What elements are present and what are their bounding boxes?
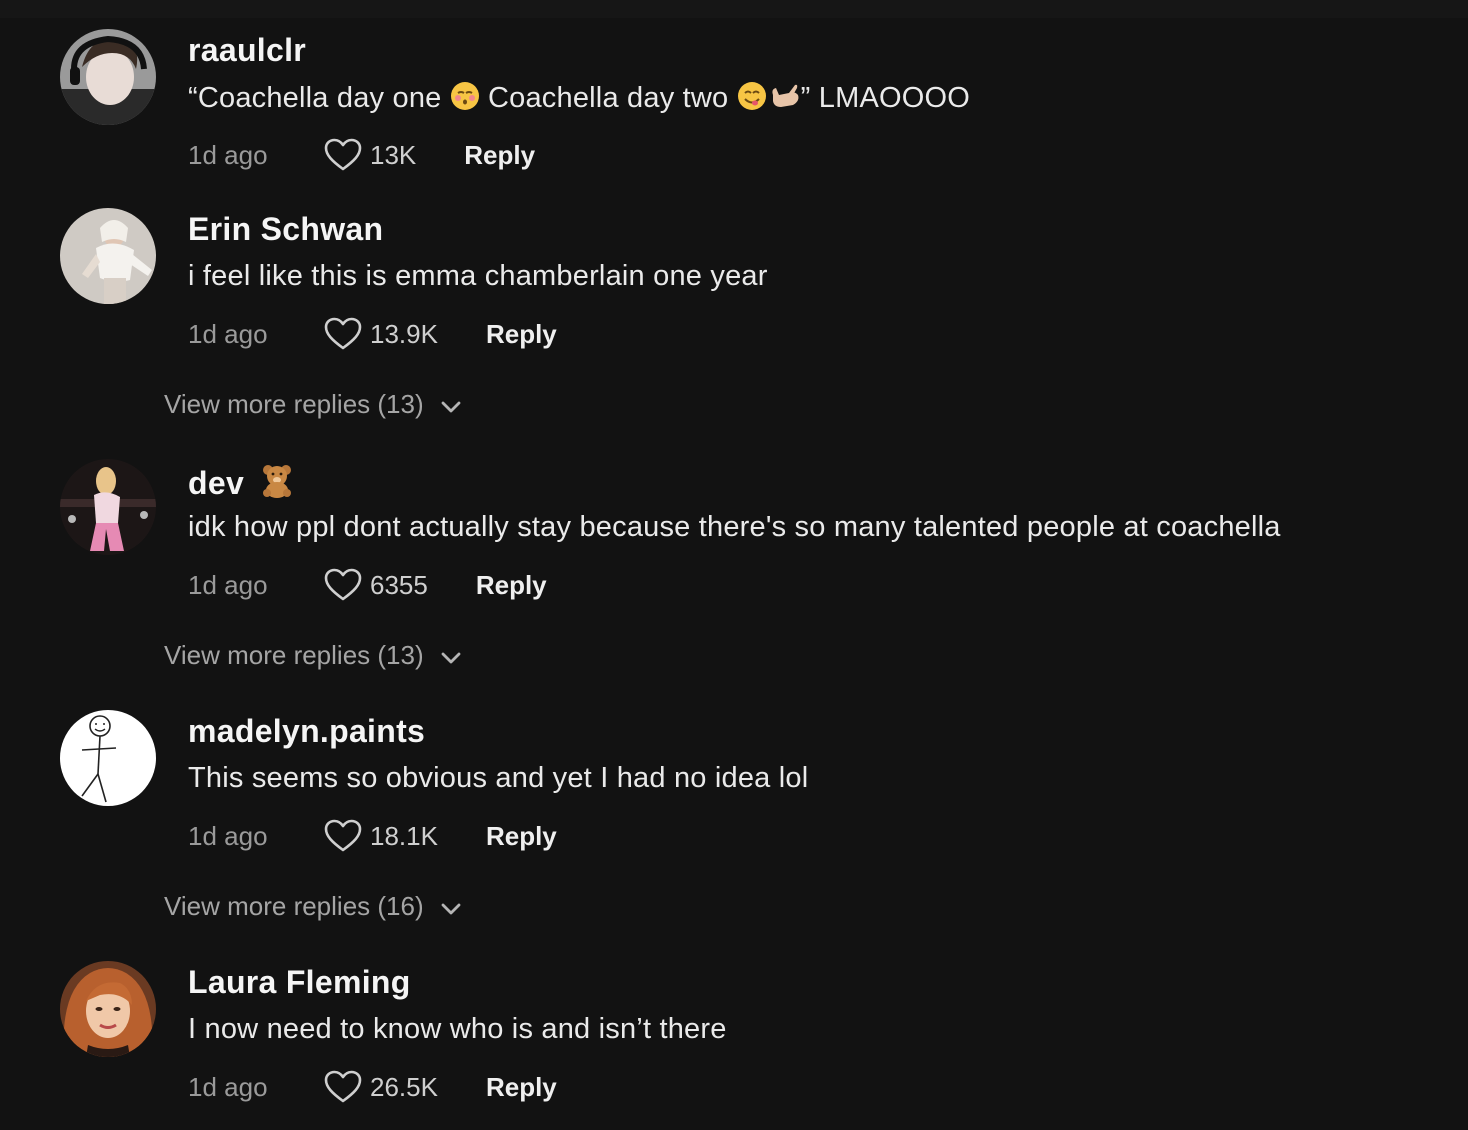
avatar[interactable] <box>60 29 156 125</box>
reply-button[interactable]: Reply <box>486 1072 557 1103</box>
like-button[interactable]: 18.1K <box>324 819 438 853</box>
comment-time: 1d ago <box>188 569 268 600</box>
heart-icon <box>324 568 362 601</box>
comment-item: dev idk how ppl dont actually stay becau… <box>0 459 1468 609</box>
kissing-face-icon <box>450 81 480 119</box>
call-me-hand-icon <box>767 81 801 119</box>
avatar[interactable] <box>60 961 156 1057</box>
comment-text-part: Coachella day two <box>479 82 737 114</box>
like-count: 6355 <box>370 569 428 600</box>
view-more-replies-button[interactable]: View more replies (13) <box>164 640 462 671</box>
like-button[interactable]: 26.5K <box>324 1070 438 1104</box>
comment-text: idk how ppl dont actually stay because t… <box>188 511 1281 543</box>
comment-time: 1d ago <box>188 1071 268 1102</box>
comment-username[interactable]: madelyn.paints <box>188 713 425 750</box>
comment-item: raaulclr “Coachella day one Coachella da… <box>0 29 1468 179</box>
like-button[interactable]: 6355 <box>324 568 428 602</box>
comment-text: i feel like this is emma chamberlain one… <box>188 260 768 292</box>
comment-username[interactable]: raaulclr <box>188 32 306 69</box>
comment-item: madelyn.paints This seems so obvious and… <box>0 710 1468 860</box>
comment-username[interactable]: Erin Schwan <box>188 211 383 248</box>
view-more-replies-label: View more replies (13) <box>164 640 424 670</box>
reply-button[interactable]: Reply <box>486 319 557 350</box>
comment-text-part: “Coachella day one <box>188 82 450 114</box>
chevron-down-icon <box>441 401 461 412</box>
comment-time: 1d ago <box>188 318 268 349</box>
comment-text-part: ” LMAOOOO <box>800 82 971 114</box>
comment-meta: 1d ago 18.1K Reply <box>188 818 557 854</box>
avatar[interactable] <box>60 710 156 806</box>
comment-text: This seems so obvious and yet I had no i… <box>188 762 809 794</box>
avatar[interactable] <box>60 459 156 555</box>
top-band <box>0 0 1468 18</box>
like-count: 26.5K <box>370 1071 438 1102</box>
comment-username-text: dev <box>188 465 245 501</box>
avatar[interactable] <box>60 208 156 304</box>
view-more-replies-label: View more replies (13) <box>164 389 424 419</box>
comment-text: “Coachella day one Coachella day two ” L… <box>188 81 970 119</box>
heart-icon <box>324 819 362 852</box>
like-button[interactable]: 13.9K <box>324 317 438 351</box>
yum-face-icon <box>737 81 767 119</box>
like-count: 13K <box>370 139 417 170</box>
reply-button[interactable]: Reply <box>464 140 535 171</box>
comment-meta: 1d ago 13K Reply <box>188 137 535 173</box>
comment-item: Laura Fleming I now need to know who is … <box>0 961 1468 1111</box>
heart-icon <box>324 317 362 350</box>
comment-username[interactable]: dev <box>188 462 295 506</box>
reply-button[interactable]: Reply <box>486 821 557 852</box>
comment-meta: 1d ago 13.9K Reply <box>188 316 557 352</box>
view-more-replies-label: View more replies (16) <box>164 891 424 921</box>
like-button[interactable]: 13K <box>324 138 416 172</box>
comment-meta: 1d ago 6355 Reply <box>188 567 547 603</box>
comment-item: Erin Schwan i feel like this is emma cha… <box>0 208 1468 358</box>
heart-icon <box>324 138 362 171</box>
comment-text: I now need to know who is and isn’t ther… <box>188 1013 727 1045</box>
reply-button[interactable]: Reply <box>476 570 547 601</box>
comment-username[interactable]: Laura Fleming <box>188 964 411 1001</box>
heart-icon <box>324 1070 362 1103</box>
comment-meta: 1d ago 26.5K Reply <box>188 1069 557 1105</box>
comment-time: 1d ago <box>188 820 268 851</box>
view-more-replies-button[interactable]: View more replies (13) <box>164 389 462 420</box>
chevron-down-icon <box>441 903 461 914</box>
view-more-replies-button[interactable]: View more replies (16) <box>164 891 462 922</box>
like-count: 13.9K <box>370 318 438 349</box>
comment-time: 1d ago <box>188 139 268 170</box>
chevron-down-icon <box>441 652 461 663</box>
like-count: 18.1K <box>370 820 438 851</box>
teddy-bear-icon <box>259 462 295 506</box>
